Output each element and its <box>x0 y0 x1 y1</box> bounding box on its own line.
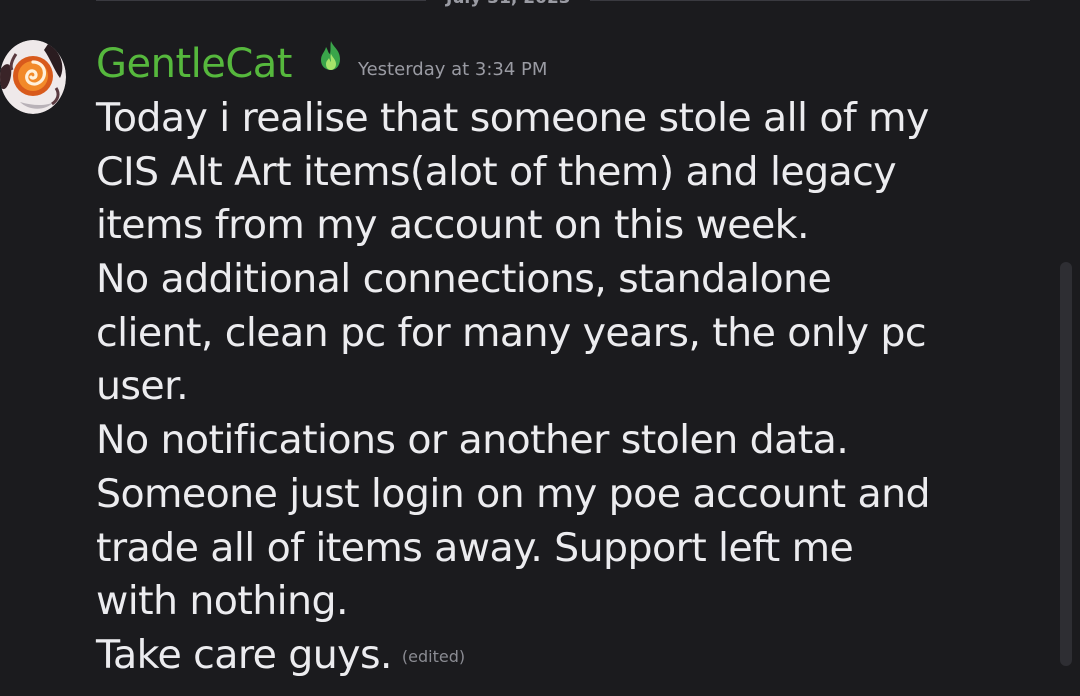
date-divider-line-right <box>590 0 1030 1</box>
date-divider-line-left <box>96 0 426 1</box>
scrollbar[interactable] <box>1060 262 1072 666</box>
message-line-last: Take care guys. (edited) <box>96 629 1026 683</box>
message-line: CIS Alt Art items(alot of them) and lega… <box>96 148 897 195</box>
message-line: Someone just login on my poe account and <box>96 470 931 517</box>
message-body: Today i realise that someone stole all o… <box>96 92 1026 683</box>
message-line: trade all of items away. Support left me <box>96 524 854 571</box>
message-line: client, clean pc for many years, the onl… <box>96 309 927 356</box>
message-line: user. <box>96 363 189 410</box>
message-line-text: Take care guys. <box>96 631 393 678</box>
message-author[interactable]: GentleCat <box>96 38 293 90</box>
message-line: with nothing. <box>96 578 349 625</box>
message-line: No notifications or another stolen data. <box>96 417 849 464</box>
flame-icon[interactable] <box>318 40 344 72</box>
message-line: No additional connections, standalone <box>96 256 832 303</box>
message-timestamp[interactable]: Yesterday at 3:34 PM <box>358 58 547 82</box>
date-divider: July 31, 2023 <box>0 0 1030 12</box>
avatar[interactable] <box>0 40 66 114</box>
avatar-image <box>0 40 66 114</box>
date-divider-label: July 31, 2023 <box>446 0 571 8</box>
edited-label: (edited) <box>401 646 466 666</box>
message-line: items from my account on this week. <box>96 202 810 249</box>
message-line: Today i realise that someone stole all o… <box>96 95 929 141</box>
